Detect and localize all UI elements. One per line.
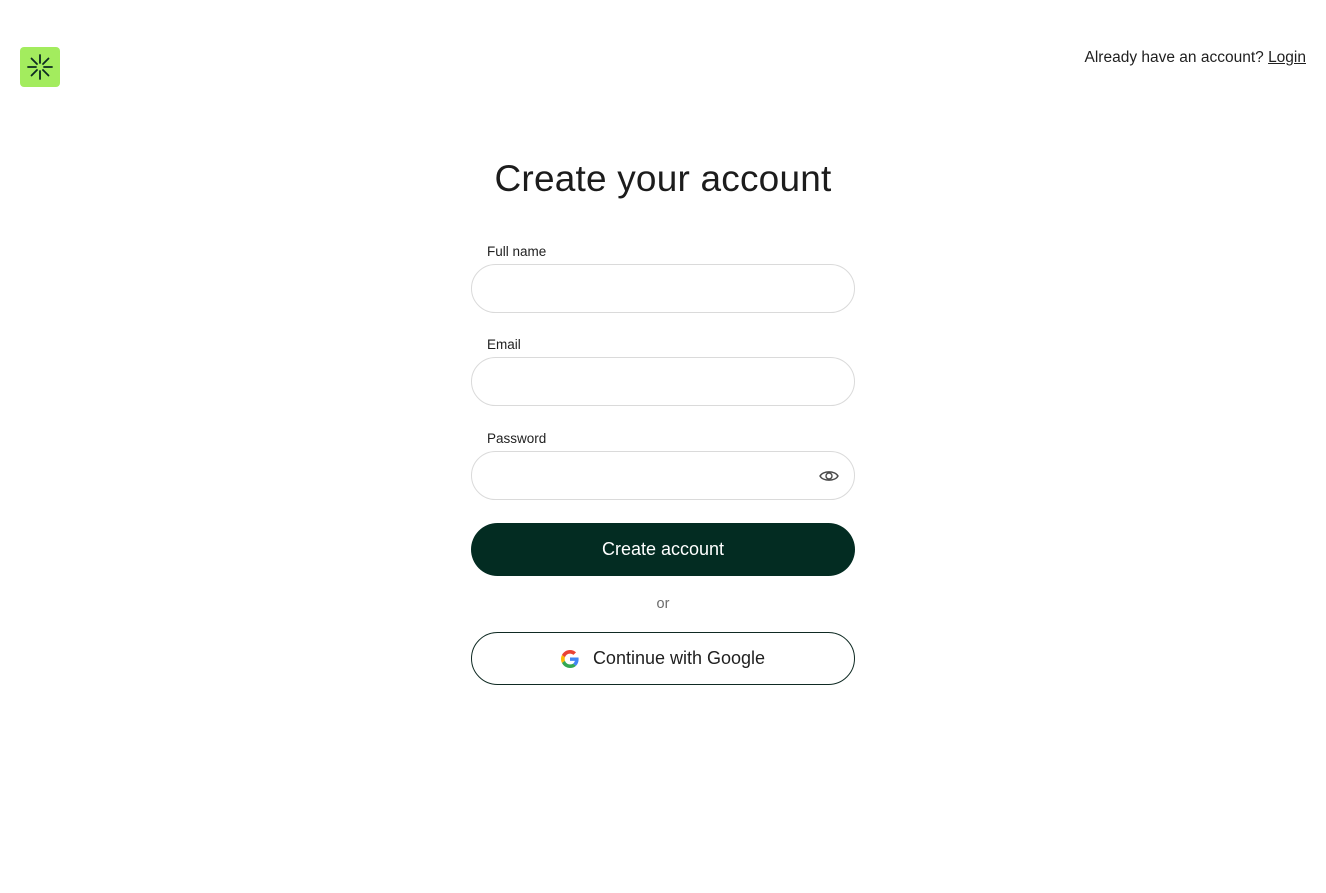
login-prompt: Already have an account? Login	[1085, 49, 1306, 67]
login-link[interactable]: Login	[1268, 49, 1306, 66]
create-account-button[interactable]: Create account	[471, 523, 855, 576]
email-label: Email	[487, 337, 521, 352]
full-name-label: Full name	[487, 244, 547, 259]
page-title: Create your account	[494, 158, 832, 199]
or-divider: or	[656, 596, 670, 612]
continue-with-google-button[interactable]: Continue with Google	[471, 632, 855, 685]
login-prompt-text: Already have an account?	[1084, 49, 1264, 66]
google-button-label: Continue with Google	[592, 648, 766, 668]
asterisk-burst-icon	[27, 54, 53, 80]
google-g-icon	[560, 649, 579, 668]
password-label: Password	[487, 431, 547, 446]
email-input[interactable]	[471, 357, 855, 406]
brand-logo[interactable]	[20, 47, 60, 87]
full-name-input[interactable]	[471, 264, 855, 313]
eye-icon[interactable]	[818, 465, 840, 487]
password-input[interactable]	[471, 451, 855, 500]
